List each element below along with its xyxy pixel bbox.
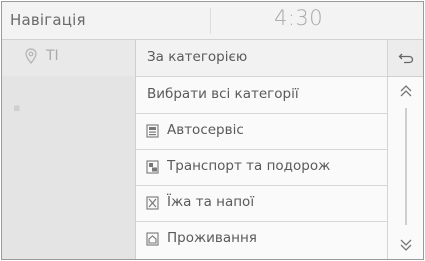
decorative-mark: ▪ [13, 101, 21, 114]
poi-location-row[interactable]: TI [2, 40, 135, 76]
transport-icon [146, 160, 159, 174]
scroll-track[interactable] [405, 108, 407, 225]
list-item-car-service[interactable]: Автосервіс [136, 113, 387, 150]
header-divider [210, 8, 211, 34]
list-item-label: Автосервіс [167, 122, 244, 138]
scroll-up-button[interactable] [397, 82, 415, 100]
list-item-lodging[interactable]: Проживання [136, 221, 387, 257]
category-list: За категорією Вибрати всі категорії Авто… [135, 40, 387, 259]
scroll-down-button[interactable] [397, 236, 415, 254]
navigation-screen: Навігація 4:30 TI ▪ За категорією Вибрат… [1, 1, 424, 260]
map-pin-icon [25, 48, 37, 64]
list-item-label: Проживання [167, 230, 257, 246]
scroll-column [387, 40, 423, 259]
list-item-label: Транспорт та подорож [167, 158, 331, 174]
list-item-transport[interactable]: Транспорт та подорож [136, 149, 387, 186]
list-header: За категорією [136, 40, 387, 77]
food-icon [146, 196, 159, 210]
clock: 4:30 [274, 6, 324, 30]
list-item-food[interactable]: Їжа та напої [136, 185, 387, 222]
app-title: Навігація [10, 11, 86, 29]
car-service-icon [146, 124, 159, 138]
list-item-label: Їжа та напої [167, 194, 255, 210]
back-arrow-icon [398, 53, 414, 64]
list-item-select-all[interactable]: Вибрати всі категорії [136, 77, 387, 114]
back-button[interactable] [388, 40, 423, 77]
left-panel: TI ▪ [2, 40, 135, 259]
list-header-label: За категорією [147, 49, 248, 65]
lodging-icon [146, 232, 159, 246]
status-bar: Навігація 4:30 [2, 2, 423, 40]
list-item-label: Вибрати всі категорії [147, 86, 299, 102]
location-label: TI [46, 48, 59, 64]
